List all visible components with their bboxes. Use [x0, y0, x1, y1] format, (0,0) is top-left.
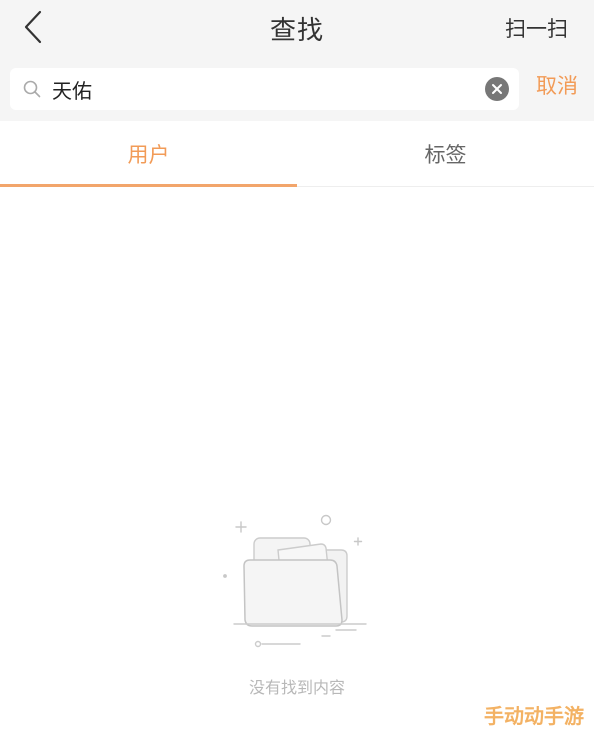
- empty-state-message: 没有找到内容: [248, 678, 345, 697]
- empty-folder-icon: [223, 514, 367, 648]
- search-icon: [23, 80, 41, 98]
- search-box: [10, 68, 519, 110]
- cancel-button[interactable]: 取消: [536, 70, 578, 100]
- top-nav-bar: 查找 扫一扫: [0, 0, 594, 56]
- scan-button[interactable]: 扫一扫: [505, 13, 568, 43]
- watermark-logo: 手动动手游: [484, 704, 584, 728]
- search-page: 查找 扫一扫 取消 用户 标签: [0, 0, 594, 735]
- result-tabs: 用户 标签: [0, 121, 594, 187]
- search-bar: 取消: [0, 56, 594, 121]
- search-input[interactable]: [52, 68, 472, 110]
- tab-tags[interactable]: 标签: [297, 121, 594, 187]
- active-tab-indicator: [0, 184, 297, 187]
- tab-users[interactable]: 用户: [0, 121, 297, 187]
- clear-search-button[interactable]: [485, 77, 509, 101]
- close-icon: [492, 84, 502, 94]
